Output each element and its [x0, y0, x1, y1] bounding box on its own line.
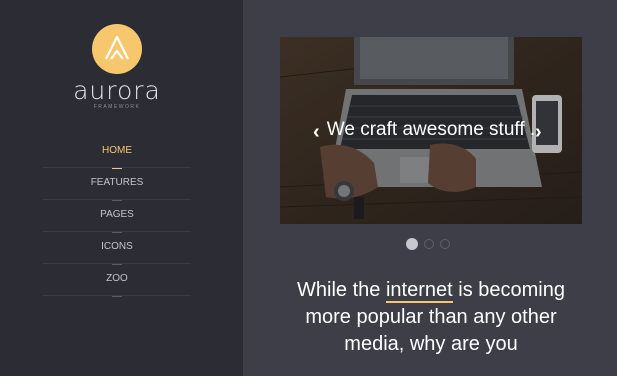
nav-item-label: FEATURES	[90, 177, 144, 188]
slider-dot[interactable]	[406, 238, 418, 250]
nav-divider-tick	[112, 296, 122, 297]
slider-pagination	[406, 238, 456, 251]
brand-subtitle: FRAMEWORK	[93, 104, 141, 110]
intro-text-before: While the	[297, 279, 386, 301]
intro-text: While the internet is becoming more popu…	[280, 277, 582, 358]
main-content: We craft awesome stuff . ‹ › While the i…	[243, 0, 617, 376]
chevron-left-icon[interactable]: ‹	[313, 122, 320, 142]
slider-dot[interactable]	[440, 239, 450, 249]
internet-link[interactable]: internet	[385, 279, 453, 303]
chevron-right-icon[interactable]: ›	[535, 122, 542, 142]
nav-item-label: PAGES	[100, 209, 134, 220]
nav-item-label: HOME	[102, 145, 132, 156]
sidebar: aurora FRAMEWORK HOME FEATURES PAGES ICO…	[0, 0, 243, 376]
nav-item-home[interactable]: HOME	[43, 136, 191, 169]
nav-item-zoo[interactable]: ZOO	[43, 264, 191, 297]
brand-name: aurora	[73, 76, 161, 105]
mountain-logo-icon	[105, 35, 129, 60]
nav-item-pages[interactable]: PAGES	[43, 200, 191, 233]
slider-dot[interactable]	[424, 239, 434, 249]
nav-item-icons[interactable]: ICONS	[43, 232, 191, 265]
logo[interactable]	[92, 24, 142, 74]
page: aurora FRAMEWORK HOME FEATURES PAGES ICO…	[0, 0, 617, 376]
nav-item-features[interactable]: FEATURES	[43, 168, 191, 201]
nav-item-label: ZOO	[106, 273, 128, 284]
main-nav: HOME FEATURES PAGES ICONS ZOO	[43, 136, 191, 297]
hero-slider: We craft awesome stuff . ‹ ›	[280, 37, 582, 224]
nav-item-label: ICONS	[101, 241, 133, 252]
